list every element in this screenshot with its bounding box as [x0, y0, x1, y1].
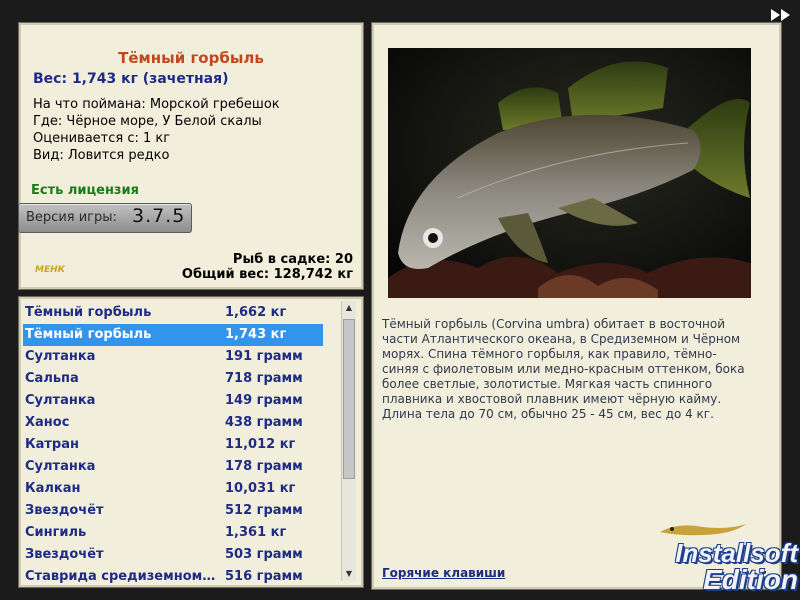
bait-info: На что поймана: Морской гребешок [33, 97, 280, 112]
catch-fish-name: Тёмный горбыль [25, 327, 152, 342]
catch-fish-name: Сальпа [25, 371, 79, 386]
catch-fish-name: Султанка [25, 459, 96, 474]
catch-list-row[interactable]: Тёмный горбыль 1,662 кг [23, 302, 323, 324]
catch-list-row[interactable]: Султанка 178 грамм [23, 456, 323, 478]
catch-fish-weight: 1,361 кг [225, 525, 287, 540]
catch-fish-name: Калкан [25, 481, 81, 496]
catch-fish-name: Катран [25, 437, 79, 452]
keepnet-count: Рыб в садке: 20 [232, 252, 353, 267]
catch-list-row[interactable]: Султанка 149 грамм [23, 390, 323, 412]
rated-from-info: Оценивается с: 1 кг [33, 131, 171, 146]
catch-list-row[interactable]: Звездочёт 503 грамм [23, 544, 323, 566]
version-label: Версия игры: [26, 210, 117, 225]
catch-fish-name: Звездочёт [25, 547, 104, 562]
catch-list-row[interactable]: Сальпа 718 грамм [23, 368, 323, 390]
location-info: Где: Чёрное море, У Белой скалы [33, 114, 262, 129]
catch-fish-name: Ставрида средиземном… [25, 569, 216, 584]
catch-list-row[interactable]: Катран 11,012 кг [23, 434, 323, 456]
catch-fish-weight: 10,031 кг [225, 481, 296, 496]
scroll-up-icon[interactable]: ▲ [342, 301, 356, 315]
fish-photo [388, 48, 751, 298]
catch-fish-name: Сингиль [25, 525, 87, 540]
scroll-thumb[interactable] [343, 319, 355, 479]
fish-weight: Вес: 1,743 кг (зачетная) [33, 71, 229, 87]
catch-fish-name: Ханос [25, 415, 70, 430]
catch-fish-weight: 512 грамм [225, 503, 303, 518]
catch-fish-name: Султанка [25, 393, 96, 408]
lizard-icon [660, 524, 746, 536]
small-logo: МЕНК [35, 265, 65, 275]
catch-info-panel: Тёмный горбыль Вес: 1,743 кг (зачетная) … [18, 22, 364, 290]
species-info: Вид: Ловится редко [33, 148, 170, 163]
license-status: Есть лицензия [31, 183, 139, 198]
catch-fish-name: Султанка [25, 349, 96, 364]
catch-list-panel: Тёмный горбыль 1,662 кг Тёмный горбыль 1,74… [18, 296, 364, 588]
list-scrollbar[interactable]: ▲ ▼ [341, 301, 356, 581]
watermark-line2: Edition [703, 564, 798, 595]
catch-fish-weight: 11,012 кг [225, 437, 296, 452]
catch-list-row[interactable]: Ставрида средиземном… 516 грамм [23, 566, 323, 587]
catch-fish-weight: 191 грамм [225, 349, 303, 364]
catch-fish-weight: 178 грамм [225, 459, 303, 474]
catch-fish-weight: 149 грамм [225, 393, 303, 408]
fish-description: Тёмный горбыль (Corvina umbra) обитает в… [382, 317, 745, 421]
total-weight: Общий вес: 128,742 кг [181, 267, 353, 282]
catch-fish-weight: 516 грамм [225, 569, 303, 584]
hotkeys-link[interactable]: Горячие клавиши [382, 566, 505, 580]
version-badge: Версия игры: 3.7.5 [18, 203, 192, 233]
fish-title: Тёмный горбыль [118, 49, 264, 67]
catch-list-row[interactable]: Сингиль 1,361 кг [23, 522, 323, 544]
catch-list-row[interactable]: Тёмный горбыль 1,743 кг [23, 324, 323, 346]
fish-details-panel: Тёмный горбыль (Corvina umbra) обитает в… [371, 22, 782, 590]
catch-fish-name: Звездочёт [25, 503, 104, 518]
catch-list-row[interactable]: Калкан 10,031 кг [23, 478, 323, 500]
catch-fish-weight: 1,743 кг [225, 327, 287, 342]
fast-forward-icon[interactable] [770, 8, 792, 22]
catch-fish-weight: 503 грамм [225, 547, 303, 562]
catch-fish-weight: 438 грамм [225, 415, 303, 430]
catch-fish-weight: 718 грамм [225, 371, 303, 386]
scroll-down-icon[interactable]: ▼ [342, 567, 356, 581]
catch-list-row[interactable]: Звездочёт 512 грамм [23, 500, 323, 522]
catch-fish-name: Тёмный горбыль [25, 305, 152, 320]
installsoft-watermark: Installsoft Edition [628, 518, 798, 598]
catch-list-row[interactable]: Султанка 191 грамм [23, 346, 323, 368]
catch-list-row[interactable]: Ханос 438 грамм [23, 412, 323, 434]
version-number: 3.7.5 [132, 205, 186, 227]
catch-fish-weight: 1,662 кг [225, 305, 287, 320]
